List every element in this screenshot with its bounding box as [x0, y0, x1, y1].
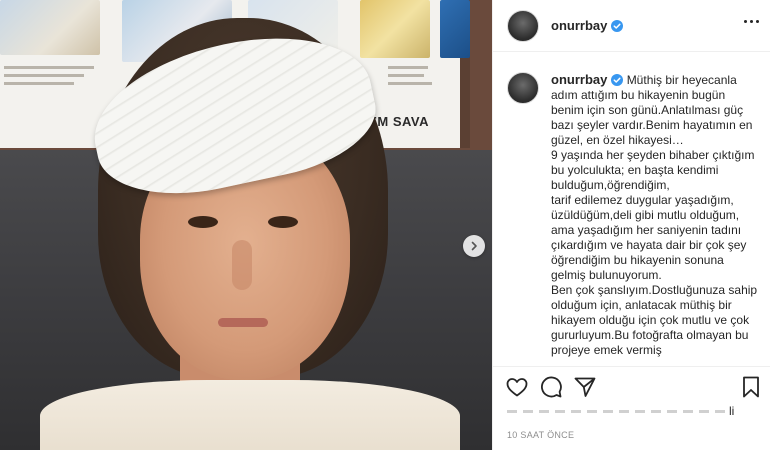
bookmark-icon[interactable] — [739, 375, 763, 399]
caption-paragraph: Ben çok şanslıyım.Dostluğunuza sahip old… — [551, 283, 758, 357]
poster-text-line — [4, 74, 84, 77]
poster-illustration — [360, 0, 430, 58]
person-nose — [232, 240, 252, 290]
caption-avatar[interactable] — [507, 72, 539, 104]
person-eye — [268, 216, 298, 228]
more-horizontal-icon — [744, 20, 747, 23]
verified-badge-icon — [611, 74, 624, 86]
poster-illustration — [440, 0, 470, 58]
likes-summary[interactable]: li — [507, 404, 757, 418]
poster-text-line — [388, 74, 424, 77]
post-media[interactable]: N VEREM SAVA — [0, 0, 492, 450]
caption-area: onurrbay Müthiş bir heyecanla adım attığ… — [493, 60, 770, 365]
caption-paragraph: 9 yaşında her şeyden bihaber çıktığım bu… — [551, 148, 755, 192]
caption-username[interactable]: onurrbay — [551, 72, 624, 87]
share-icon[interactable] — [573, 375, 597, 399]
poster-text-line — [4, 66, 94, 69]
person-eye — [188, 216, 218, 228]
heart-icon[interactable] — [505, 375, 529, 399]
header-username[interactable]: onurrbay — [551, 18, 624, 33]
more-options-button[interactable] — [744, 20, 759, 23]
avatar[interactable] — [507, 9, 539, 42]
post-panel: onurrbay onurrbay Müthiş bir heyecanla a… — [492, 0, 770, 450]
more-dot — [750, 20, 753, 23]
caption-paragraph: tarif edilemez duygular yaşadığım, üzüld… — [551, 193, 747, 282]
post-caption: onurrbay Müthiş bir heyecanla adım attığ… — [551, 72, 761, 365]
post-timestamp[interactable]: 10 SAAT ÖNCE — [507, 430, 574, 440]
action-bar — [493, 366, 770, 406]
poster-text-line — [388, 82, 432, 85]
person-mouth — [218, 318, 268, 327]
likes-tail-text: li — [729, 404, 735, 418]
next-media-button[interactable] — [463, 235, 485, 257]
chevron-right-icon — [471, 241, 477, 251]
caption-first-line: onurrbay Müthiş bir heyecanla adım attığ… — [551, 72, 761, 148]
more-dot — [756, 20, 759, 23]
poster-text-line — [4, 82, 74, 85]
poster-illustration — [0, 0, 100, 55]
obscured-likes-text — [507, 410, 727, 413]
username-text[interactable]: onurrbay — [551, 18, 607, 33]
verified-badge-icon — [611, 20, 624, 32]
username-text[interactable]: onurrbay — [551, 72, 607, 87]
poster-text-line — [388, 66, 428, 69]
post-header: onurrbay — [493, 0, 770, 52]
comment-icon[interactable] — [539, 375, 563, 399]
person-shirt — [40, 380, 460, 450]
